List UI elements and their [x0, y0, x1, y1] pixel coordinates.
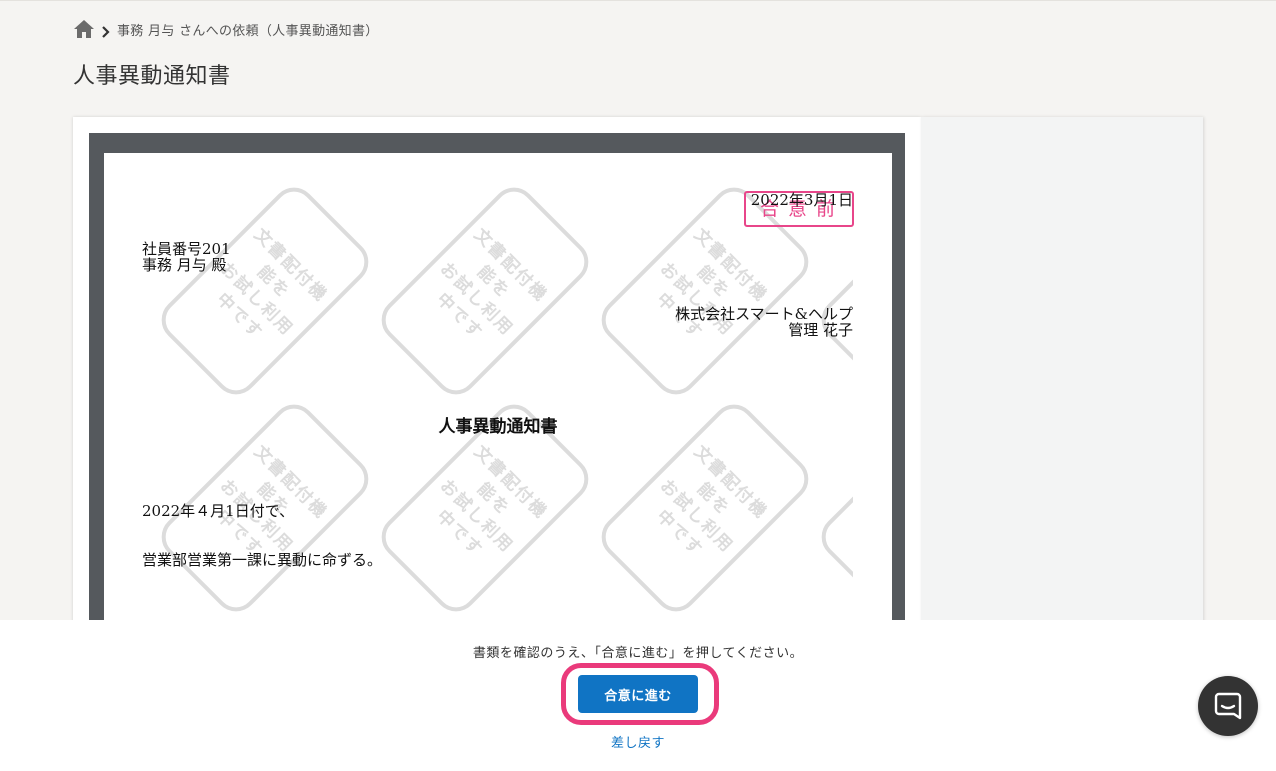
- transfer-order-line: 営業部営業第一課に異動に命ずる。: [142, 551, 383, 569]
- return-link[interactable]: 差し戻す: [0, 732, 1276, 751]
- document-viewer: 文書配付機能を お試し利用中です 文書配付機能を お試し利用中です 文書配付機能をお…: [73, 117, 921, 637]
- document-page: 文書配付機能を お試し利用中です 文書配付機能を お試し利用中です 文書配付機能をお…: [104, 153, 892, 633]
- instruction-message: 書類を確認のうえ、「合意に進む」を押してください。: [472, 646, 804, 661]
- breadcrumb-current: 事務 月与 さんへの依頼（人事異動通知書）: [117, 23, 379, 39]
- document-heading: 人事異動通知書: [438, 417, 558, 437]
- manager-name: 管理 花子: [788, 321, 853, 339]
- agree-button[interactable]: 合意に進む: [578, 675, 698, 713]
- company-name: 株式会社スマート&ヘルプ: [675, 305, 853, 323]
- side-panel: [921, 117, 1203, 637]
- chat-bubble-icon: [1214, 692, 1242, 720]
- watermark: 文書配付機能をお試し利用中です: [372, 178, 598, 404]
- action-footer: 書類を確認のうえ、「合意に進む」を押してください。 合意に進む 差し戻す: [0, 620, 1276, 771]
- chevron-right-icon: [101, 23, 111, 38]
- watermark: 文書配付機能をお試し利用中です: [152, 178, 378, 404]
- document-frame[interactable]: 文書配付機能を お試し利用中です 文書配付機能を お試し利用中です 文書配付機能をお…: [89, 133, 905, 633]
- employee-number: 社員番号201: [142, 240, 231, 258]
- chat-launcher-button[interactable]: [1198, 676, 1258, 736]
- top-divider: [0, 0, 1276, 1]
- breadcrumb: 事務 月与 さんへの依頼（人事異動通知書）: [73, 18, 379, 40]
- employee-name: 事務 月与 殿: [142, 256, 227, 274]
- document-date: 2022年3月1日: [750, 191, 853, 209]
- page-title: 人事異動通知書: [73, 64, 231, 89]
- effective-date-line: 2022年４月1日付で、: [142, 502, 295, 520]
- home-icon[interactable]: [73, 19, 95, 39]
